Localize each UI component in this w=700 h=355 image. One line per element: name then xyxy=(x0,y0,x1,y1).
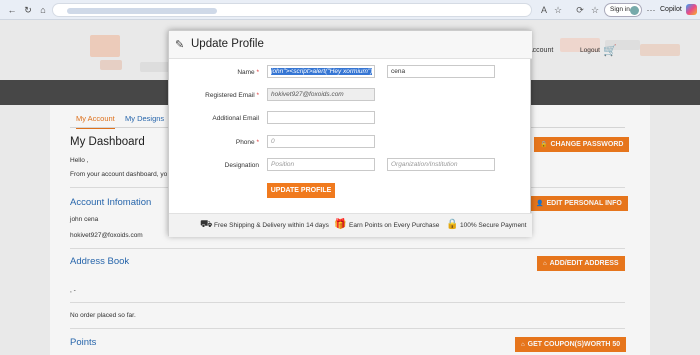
favorites-icon[interactable]: ☆ xyxy=(589,4,601,16)
truck-icon: ⛟ xyxy=(200,219,213,230)
refresh-icon[interactable]: ↻ xyxy=(22,4,34,16)
read-aloud-icon[interactable]: A xyxy=(538,4,550,16)
organization-placeholder: Organization/Institution xyxy=(391,161,458,168)
registered-email-value: hokivet927@foxoids.com xyxy=(271,91,344,98)
required-marker: * xyxy=(256,92,259,99)
shipping-text: Free Shipping & Delivery within 14 days xyxy=(214,222,329,229)
favorite-icon[interactable]: ☆ xyxy=(552,4,564,16)
back-icon[interactable]: ← xyxy=(6,4,18,16)
position-input[interactable]: Position xyxy=(267,158,375,171)
secure-text: 100% Secure Payment xyxy=(460,222,527,229)
phone-label: Phone * xyxy=(169,139,259,146)
extensions-icon[interactable]: ⟳ xyxy=(574,4,586,16)
home-icon[interactable]: ⌂ xyxy=(37,4,49,16)
url-text xyxy=(67,8,217,14)
browser-toolbar: ← ↻ ⌂ A ☆ ⟳ ☆ Sign in ⋯ Copilot xyxy=(0,0,700,20)
modal-footer: ⛟ Free Shipping & Delivery within 14 day… xyxy=(169,213,532,237)
registered-email-label: Registered Email * xyxy=(169,92,259,99)
designation-label: Designation xyxy=(224,162,259,169)
additional-email-input[interactable] xyxy=(267,111,375,124)
lock-icon: 🔒 xyxy=(446,219,459,230)
required-marker: * xyxy=(256,139,259,146)
address-bar[interactable] xyxy=(52,3,532,17)
name-label: Name * xyxy=(169,69,259,76)
phone-input[interactable]: 0 xyxy=(267,135,375,148)
position-placeholder: Position xyxy=(271,161,295,168)
registered-email-label-text: Registered Email xyxy=(205,92,255,99)
sign-in-button[interactable]: Sign in xyxy=(604,3,642,17)
copilot-label[interactable]: Copilot xyxy=(660,4,682,16)
modal-title: Update Profile xyxy=(191,38,264,50)
first-name-input[interactable]: john"><script>alert("Hey xormium") xyxy=(267,65,375,78)
last-name-value: cena xyxy=(391,68,406,75)
phone-value: 0 xyxy=(271,138,275,145)
modal-header: ✎ Update Profile xyxy=(169,31,532,59)
additional-email-label: Additional Email xyxy=(212,115,259,122)
update-profile-button[interactable]: UPDATE PROFILE xyxy=(267,183,335,198)
first-name-value: john"><script>alert("Hey xormium") xyxy=(271,68,373,75)
copilot-icon[interactable] xyxy=(686,4,697,15)
last-name-input[interactable]: cena xyxy=(387,65,495,78)
required-marker: * xyxy=(256,69,259,76)
sign-in-label: Sign in xyxy=(610,6,630,13)
name-label-text: Name xyxy=(237,69,255,76)
gift-icon: 🎁 xyxy=(334,219,347,230)
points-text: Earn Points on Every Purchase xyxy=(349,222,440,229)
pencil-icon: ✎ xyxy=(175,39,185,51)
organization-input[interactable]: Organization/Institution xyxy=(387,158,495,171)
update-profile-modal: ✎ Update Profile Name * john"><script>al… xyxy=(168,30,532,237)
more-icon[interactable]: ⋯ xyxy=(645,4,657,16)
avatar xyxy=(630,6,639,15)
registered-email-field: hokivet927@foxoids.com xyxy=(267,88,375,101)
phone-label-text: Phone xyxy=(235,139,255,146)
